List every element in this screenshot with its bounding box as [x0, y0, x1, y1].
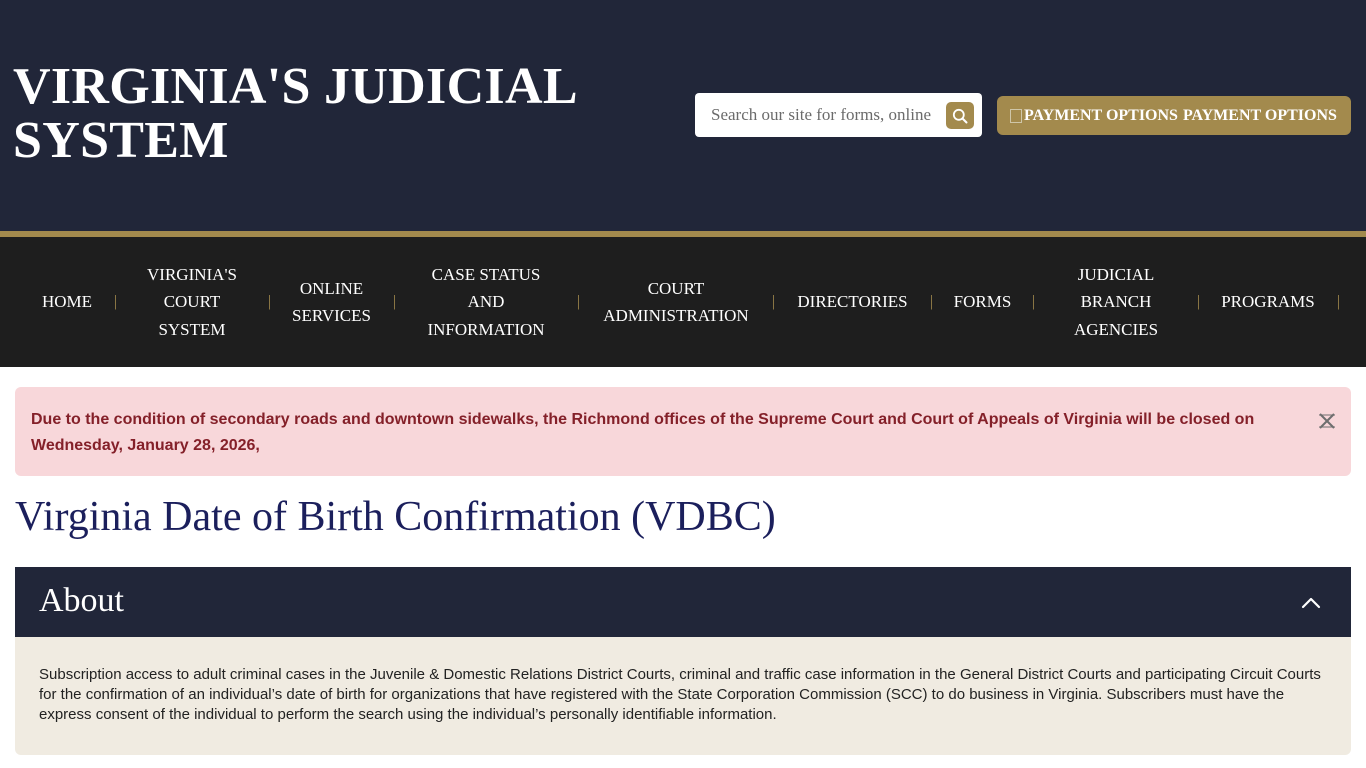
payment-options-label: PAYMENT OPTIONS — [1182, 106, 1337, 124]
nav-item-virginias-court-system[interactable]: VIRGINIA'S COURT SYSTEM — [140, 237, 244, 367]
site-title[interactable]: VIRGINIA'S JUDICIAL SYSTEM — [13, 60, 633, 168]
nav-separator: | — [114, 293, 118, 310]
nav-item-case-status[interactable]: CASE STATUS AND INFORMATION — [418, 237, 554, 367]
payment-options-image-alt: PAYMENT OPTIONS — [1024, 106, 1178, 124]
chevron-up-icon[interactable] — [1300, 592, 1322, 612]
site-header: VIRGINIA'S JUDICIAL SYSTEM PAYMENT OPTIO… — [0, 0, 1366, 231]
search-icon — [952, 108, 968, 123]
closure-alert: Due to the condition of secondary roads … — [15, 387, 1351, 476]
close-icon[interactable] — [1317, 411, 1337, 431]
payment-options-image: PAYMENT OPTIONS — [1010, 107, 1178, 125]
nav-item-court-administration[interactable]: COURT ADMINISTRATION — [594, 237, 758, 367]
nav-item-online-services[interactable]: ONLINE SERVICES — [285, 237, 378, 367]
nav-separator: | — [930, 293, 934, 310]
nav-separator: | — [1197, 293, 1201, 310]
nav-item-directories[interactable]: DIRECTORIES — [790, 237, 915, 367]
nav-separator: | — [1337, 293, 1341, 310]
nav-item-programs[interactable]: PROGRAMS — [1213, 237, 1323, 367]
nav-separator: | — [577, 293, 581, 310]
search-input[interactable] — [711, 93, 933, 137]
nav-item-judicial-branch-agencies[interactable]: JUDICIAL BRANCH AGENCIES — [1062, 237, 1170, 367]
main-nav: HOME | VIRGINIA'S COURT SYSTEM | ONLINE … — [0, 237, 1366, 367]
about-accordion-header[interactable]: About — [15, 567, 1351, 637]
nav-separator: | — [772, 293, 776, 310]
nav-item-forms[interactable]: FORMS — [947, 237, 1018, 367]
nav-separator: | — [268, 293, 272, 310]
nav-item-home[interactable]: HOME — [30, 237, 104, 367]
about-section-title: About — [39, 582, 124, 619]
alert-text: Due to the condition of secondary roads … — [31, 411, 1255, 454]
nav-separator: | — [393, 293, 397, 310]
search-button[interactable] — [946, 102, 974, 129]
nav-separator: | — [1032, 293, 1036, 310]
broken-image-icon — [1010, 108, 1022, 123]
page-title: Virginia Date of Birth Confirmation (VDB… — [15, 494, 776, 540]
about-accordion-body: Subscription access to adult criminal ca… — [15, 637, 1351, 755]
payment-options-button[interactable]: PAYMENT OPTIONS PAYMENT OPTIONS — [997, 96, 1351, 135]
search-box — [695, 93, 982, 137]
about-description: Subscription access to adult criminal ca… — [39, 666, 1321, 723]
